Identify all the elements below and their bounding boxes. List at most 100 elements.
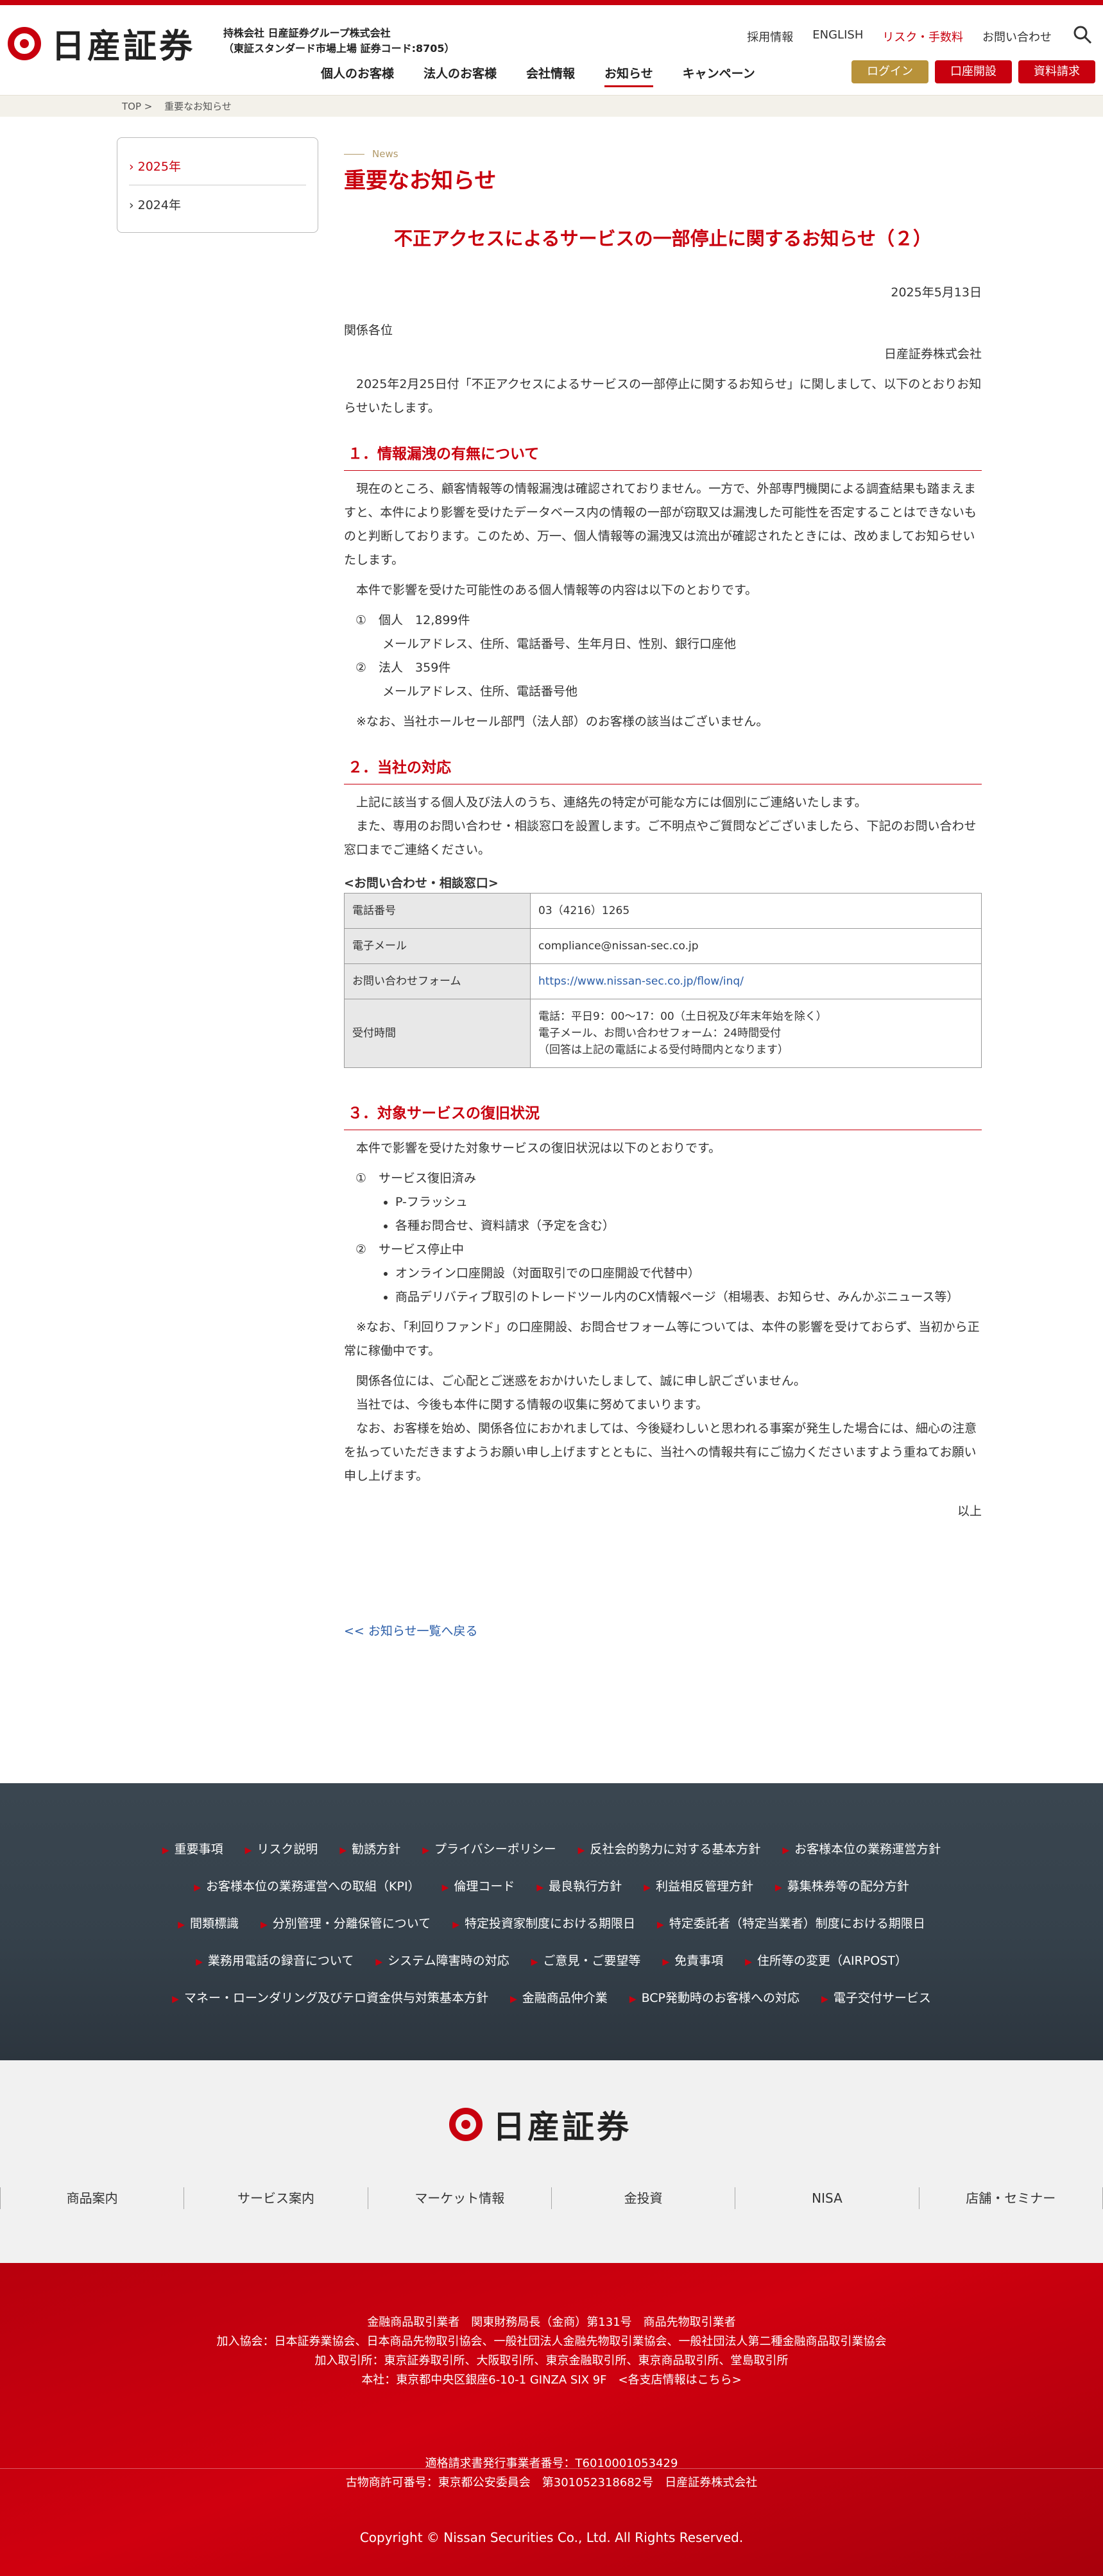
sender: 日産証券株式会社	[884, 347, 982, 361]
sidebar-item-label: 2024年	[137, 198, 181, 212]
affected-info-intro: 本件で影響を受けた可能性のある個人情報等の内容は以下のとおりです。	[356, 583, 758, 597]
footer-logo[interactable]: 日産証券	[449, 2101, 631, 2148]
footer-link[interactable]: ご意見・ご要望等	[531, 1951, 640, 1969]
util-link-english[interactable]: ENGLISH	[812, 28, 863, 45]
affected-individuals: ① 個人 12,899件	[355, 613, 470, 627]
heading-response: ２．当社の対応	[344, 753, 982, 784]
contact-label: 電子メール	[344, 928, 531, 964]
footer-link[interactable]: 反社会的勢力に対する基本方針	[578, 1840, 760, 1857]
footer-link[interactable]: 特定投資家制度における期限日	[452, 1914, 635, 1931]
chevron-right-icon: ›	[129, 160, 134, 174]
back-to-list-link[interactable]: << お知らせ一覧へ戻る	[344, 1620, 982, 1643]
associations-line: 加入協会：日本証券業協会、日本商品先物取引協会、一般社団法人金融先物取引業協会、…	[216, 2335, 887, 2348]
exchanges-line: 加入取引所：東京証券取引所、大阪取引所、東京金融取引所、東京商品取引所、堂島取引…	[314, 2354, 789, 2368]
page-title: 重要なお知らせ	[344, 168, 497, 194]
breadcrumb-separator: >	[144, 101, 153, 112]
util-link-careers[interactable]: 採用情報	[747, 28, 793, 45]
utility-nav: 採用情報 ENGLISH リスク・手数料 お問い合わせ	[747, 28, 1052, 45]
footer-link[interactable]: 最良執行方針	[536, 1877, 622, 1894]
year-sidebar: › 2025年 › 2024年	[117, 137, 318, 233]
footer-registration-info: 金融商品取引業者 関東財務局長（金商）第131号 商品先物取引業者 加入協会：日…	[0, 2263, 1103, 2390]
inquiry-form-link[interactable]: https://www.nissan-sec.co.jp/flow/inq/	[538, 975, 744, 988]
sidebar-item-2024[interactable]: › 2024年	[129, 185, 306, 223]
util-link-contact[interactable]: お問い合わせ	[982, 28, 1052, 45]
hours-note: （回答は上記の電話による受付時間内となります）	[538, 1044, 789, 1056]
apology-paragraph: 関係各位には、ご心配とご迷惑をおかけいたしまして、誠に申し訳ございません。	[356, 1374, 806, 1388]
recovery-intro: 本件で影響を受けた対象サービスの復旧状況は以下のとおりです。	[356, 1141, 721, 1155]
nav-news[interactable]: お知らせ	[604, 64, 653, 87]
contact-heading: <お問い合わせ・相談窓口>	[344, 876, 499, 890]
stopped-title: ② サービス停止中	[355, 1242, 465, 1257]
brand-mark-icon	[8, 26, 41, 60]
site-logo[interactable]: 日産証券	[8, 19, 195, 67]
footer-cat-stores[interactable]: 店舗・セミナー	[918, 2187, 1103, 2209]
footer-legal-section: 金融商品取引業者 関東財務局長（金商）第131号 商品先物取引業者 加入協会：日…	[0, 2263, 1103, 2576]
sidebar-item-2025[interactable]: › 2025年	[129, 147, 306, 185]
affected-corporations-detail: メールアドレス、住所、電話番号他	[382, 684, 578, 699]
nav-company[interactable]: 会社情報	[526, 64, 575, 87]
article-title: 不正アクセスによるサービスの一部停止に関するお知らせ（２）	[393, 228, 932, 250]
affected-individuals-detail: メールアドレス、住所、電話番号、生年月日、性別、銀行口座他	[382, 637, 737, 651]
holding-line-1: 持株会社 日産証券グループ株式会社	[223, 27, 391, 39]
article-content: News 重要なお知らせ 不正アクセスによるサービスの一部停止に関するお知らせ（…	[344, 146, 982, 1643]
footer-link[interactable]: 勧誘方針	[339, 1840, 400, 1857]
footer-cat-nisa[interactable]: NISA	[735, 2187, 918, 2209]
registration-line: 金融商品取引業者 関東財務局長（金商）第131号 商品先物取引業者	[367, 2316, 736, 2329]
footer-link[interactable]: プライバシーポリシー	[422, 1840, 556, 1857]
list-item: 商品デリバティブ取引のトレードツール内のCX情報ページ（相場表、お知らせ、みんか…	[395, 1285, 982, 1309]
affected-corporations: ② 法人 359件	[355, 661, 451, 675]
footer-link[interactable]: お客様本位の業務運営への取組（KPI）	[194, 1877, 420, 1894]
header-buttons: ログイン 口座開設 資料請求	[851, 60, 1095, 83]
response-paragraph-2: また、専用のお問い合わせ・相談窓口を設置します。ご不明点やご質問などございました…	[344, 819, 977, 857]
fund-note: ※なお、「利回りファンド」の口座開設、お問合せフォーム等については、本件の影響を…	[344, 1320, 980, 1358]
footer-link[interactable]: マネー・ローンダリング及びテロ資金供与対策基本方針	[172, 1988, 488, 2006]
heading-leak-status: １．情報漏洩の有無について	[344, 439, 982, 471]
footer-cat-gold[interactable]: 金投資	[551, 2187, 735, 2209]
footer-row-1: 重要事項 リスク説明 勧誘方針 プライバシーポリシー 反社会的勢力に対する基本方…	[0, 1829, 1103, 1867]
footer-cat-products[interactable]: 商品案内	[0, 2187, 184, 2209]
request-docs-button[interactable]: 資料請求	[1018, 60, 1095, 83]
footer-cat-market[interactable]: マーケット情報	[367, 2187, 551, 2209]
wholesale-note: ※なお、当社ホールセール部門（法人部）のお客様の該当はございません。	[356, 715, 769, 729]
list-item: 各種お問合せ、資料請求（予定を含む）	[395, 1214, 982, 1238]
footer-link[interactable]: 特定委託者（特定当業者）制度における期限日	[657, 1914, 925, 1931]
footer-link[interactable]: 住所等の変更（AIRPOST）	[745, 1951, 907, 1969]
footer-link[interactable]: 間類標識	[178, 1914, 239, 1931]
footer-link[interactable]: 利益相反管理方針	[644, 1877, 753, 1894]
footer-link[interactable]: 電子交付サービス	[821, 1988, 931, 2006]
invoice-number-line: 適格請求書発行事業者番号：T6010001053429	[425, 2457, 678, 2470]
top-accent-bar	[0, 0, 1103, 5]
stopped-list: オンライン口座開設（対面取引での口座開設で代替中） 商品デリバティブ取引のトレー…	[344, 1262, 982, 1309]
contact-phone: 03（4216）1265	[530, 893, 982, 929]
caution-paragraph: なお、お客様を始め、関係各位におかれましては、今後疑わしいと思われる事案が発生し…	[344, 1421, 977, 1483]
section-label: News	[344, 146, 982, 162]
footer-link[interactable]: リスク説明	[245, 1840, 318, 1857]
breadcrumb: TOP > 重要なお知らせ	[0, 95, 1103, 117]
footer-link-grid: 重要事項 リスク説明 勧誘方針 プライバシーポリシー 反社会的勢力に対する基本方…	[0, 1783, 1103, 2015]
footer-link[interactable]: システム障害時の対応	[375, 1951, 509, 1969]
footer-cat-services[interactable]: サービス案内	[184, 2187, 367, 2209]
footer-link[interactable]: お客様本位の業務運営方針	[782, 1840, 941, 1857]
nav-individual[interactable]: 個人のお客様	[321, 64, 394, 87]
footer-category-nav: 商品案内 サービス案内 マーケット情報 金投資 NISA 店舗・セミナー	[0, 2187, 1103, 2209]
footer-link[interactable]: 免責事項	[662, 1951, 723, 1969]
list-item: P-フラッシュ	[395, 1191, 982, 1214]
footer-link[interactable]: 分別管理・分離保管について	[261, 1914, 431, 1931]
util-link-risk[interactable]: リスク・手数料	[882, 28, 963, 45]
footer-link[interactable]: 倫理コード	[442, 1877, 515, 1894]
footer-link[interactable]: 金融商品仲介業	[510, 1988, 608, 2006]
footer-link[interactable]: BCP発動時のお客様への対応	[629, 1988, 799, 2006]
breadcrumb-top[interactable]: TOP	[122, 101, 141, 112]
search-icon[interactable]	[1072, 24, 1093, 45]
nav-corporate[interactable]: 法人のお客様	[423, 64, 497, 87]
open-account-button[interactable]: 口座開設	[935, 60, 1012, 83]
footer-link[interactable]: 業務用電話の録音について	[196, 1951, 354, 1969]
footer-link[interactable]: 募集株券等の配分方針	[775, 1877, 909, 1894]
site-header: 日産証券 持株会社 日産証券グループ株式会社 （東証スタンダード市場上場 証券コ…	[0, 5, 1103, 95]
head-office-line[interactable]: 本社：東京都中央区銀座6-10-1 GINZA SIX 9F <各支店情報はこち…	[0, 2371, 1103, 2390]
login-button[interactable]: ログイン	[851, 60, 928, 83]
intro-paragraph: 2025年2月25日付「不正アクセスによるサービスの一部停止に関するお知らせ」に…	[344, 377, 982, 415]
chevron-right-icon: ›	[129, 198, 134, 212]
nav-campaign[interactable]: キャンペーン	[683, 64, 755, 87]
footer-link[interactable]: 重要事項	[162, 1840, 223, 1857]
